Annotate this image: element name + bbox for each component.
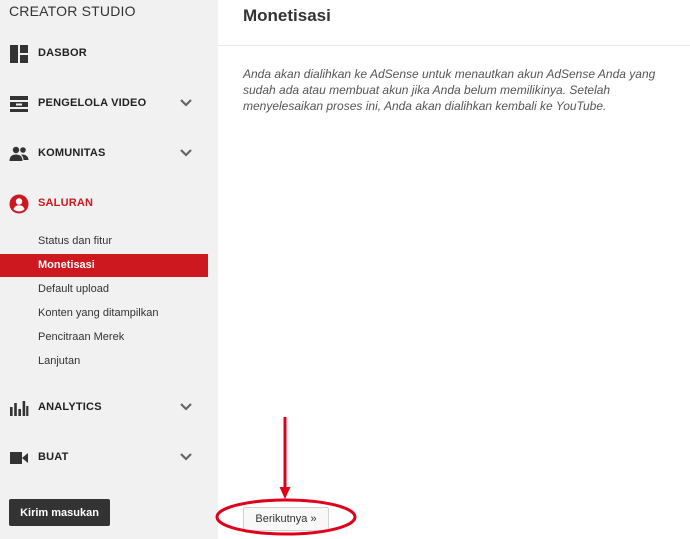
main-content: Monetisasi Anda akan dialihkan ke AdSens…	[218, 0, 690, 539]
nav-dashboard[interactable]: DASBOR	[0, 39, 208, 69]
header-divider	[218, 45, 690, 46]
subnav-label: Lanjutan	[38, 355, 81, 367]
subnav-status-features[interactable]: Status dan fitur	[0, 230, 208, 253]
create-video-icon	[10, 452, 28, 464]
subnav-upload-defaults[interactable]: Default upload	[0, 278, 208, 301]
video-manager-icon	[10, 96, 28, 112]
subnav-label: Pencitraan Merek	[38, 331, 125, 343]
adsense-description: Anda akan dialihkan ke AdSense untuk men…	[243, 67, 656, 113]
subnav-label: Monetisasi	[38, 259, 95, 271]
nav-create[interactable]: BUAT	[0, 443, 208, 473]
nav-channel[interactable]: SALURAN	[0, 189, 208, 219]
chevron-down-icon[interactable]	[178, 399, 194, 415]
community-icon	[9, 146, 29, 161]
nav-analytics[interactable]: ANALYTICS	[0, 393, 208, 423]
studio-title: CREATOR STUDIO	[9, 3, 136, 19]
nav-video-manager-label: PENGELOLA VIDEO	[38, 97, 147, 109]
subnav-branding[interactable]: Pencitraan Merek	[0, 326, 208, 349]
subnav-monetization[interactable]: Monetisasi	[0, 254, 208, 277]
nav-community[interactable]: KOMUNITAS	[0, 139, 208, 169]
page-title: Monetisasi	[243, 6, 331, 25]
nav-video-manager[interactable]: PENGELOLA VIDEO	[0, 89, 208, 119]
subnav-label: Status dan fitur	[38, 235, 112, 247]
chevron-down-icon[interactable]	[178, 145, 194, 161]
chevron-down-icon[interactable]	[178, 449, 194, 465]
subnav-advanced[interactable]: Lanjutan	[0, 350, 208, 373]
send-feedback-button[interactable]: Kirim masukan	[9, 499, 110, 526]
chevron-down-icon[interactable]	[178, 95, 194, 111]
nav-dashboard-label: DASBOR	[38, 47, 87, 59]
nav-channel-label: SALURAN	[38, 197, 94, 209]
subnav-label: Konten yang ditampilkan	[38, 307, 159, 319]
analytics-icon	[10, 401, 29, 416]
sidebar: CREATOR STUDIO DASBOR PENGELOLA VIDEO KO…	[0, 0, 208, 539]
nav-community-label: KOMUNITAS	[38, 147, 106, 159]
dashboard-icon	[10, 45, 28, 63]
subnav-label: Default upload	[38, 283, 109, 295]
nav-analytics-label: ANALYTICS	[38, 401, 102, 413]
nav-create-label: BUAT	[38, 451, 69, 463]
channel-icon	[9, 194, 29, 214]
subnav-featured-content[interactable]: Konten yang ditampilkan	[0, 302, 208, 325]
next-button[interactable]: Berikutnya »	[243, 507, 329, 531]
